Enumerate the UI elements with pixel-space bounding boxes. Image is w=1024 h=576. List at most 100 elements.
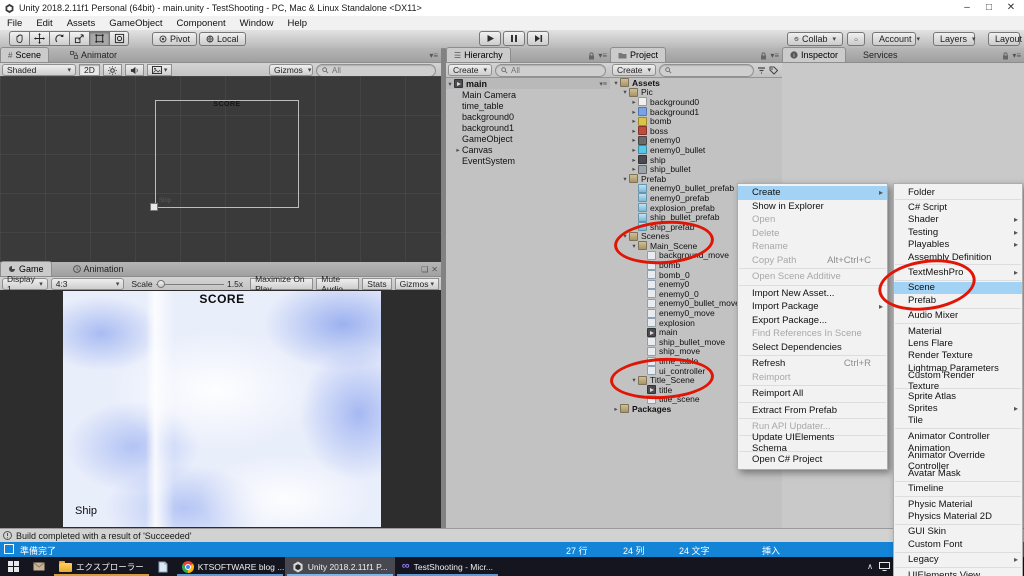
scale-slider-knob[interactable] — [156, 280, 165, 288]
tab-scene[interactable]: # Scene — [0, 47, 49, 62]
move-tool-button[interactable] — [29, 31, 49, 46]
menu-item-select-dependencies[interactable]: Select Dependencies — [738, 341, 887, 355]
scene-search-input[interactable]: All — [316, 63, 436, 77]
expand-arrow-icon[interactable]: ▸ — [630, 165, 638, 173]
layers-dropdown[interactable]: Layers ▾ — [933, 32, 976, 46]
menu-item-assembly-definition[interactable]: Assembly Definition — [894, 251, 1022, 263]
stats-button[interactable]: Stats — [362, 278, 392, 290]
menu-window[interactable]: Window — [233, 16, 281, 30]
project-tree-item[interactable]: ▸ bomb — [610, 116, 782, 126]
taskbar-button-chrome[interactable]: KTSOFTWARE blog ... — [175, 557, 285, 576]
project-search-input[interactable] — [659, 63, 754, 77]
menu-item-legacy[interactable]: Legacy ▸ — [894, 554, 1022, 566]
expand-arrow-icon[interactable]: ▾ — [630, 242, 638, 250]
menu-item-textmeshpro[interactable]: TextMeshPro ▸ — [894, 266, 1022, 278]
hierarchy-item[interactable]: background1 — [446, 122, 610, 133]
project-tree-item[interactable]: ▸ boss — [610, 126, 782, 136]
scale-tool-button[interactable] — [69, 31, 89, 46]
expand-arrow-icon[interactable]: ▾ — [630, 376, 638, 384]
collab-button[interactable]: Collab ▾ — [787, 32, 843, 46]
expand-arrow-icon[interactable]: ▸ — [630, 108, 638, 116]
cloud-button[interactable] — [847, 32, 865, 46]
project-tree-item[interactable]: ▸ background0 — [610, 97, 782, 107]
menu-item-animator-controller[interactable]: Animator Controller — [894, 430, 1022, 442]
hierarchy-item[interactable]: background0 — [446, 111, 610, 122]
project-create-dropdown[interactable]: Create ▾ — [612, 64, 657, 76]
game-viewport[interactable]: SCORE Ship — [0, 290, 441, 528]
menu-item-open-c-project[interactable]: Open C# Project — [738, 453, 887, 467]
hierarchy-item[interactable]: ▸ Canvas — [446, 144, 610, 155]
menu-item-sprites[interactable]: Sprites ▸ — [894, 402, 1022, 414]
project-tree-item[interactable]: ▸ ship — [610, 155, 782, 165]
project-tree-item[interactable]: ▾ Assets — [610, 78, 782, 88]
expand-arrow-icon[interactable]: ▸ — [454, 146, 462, 154]
menu-item-c-script[interactable]: C# Script — [894, 201, 1022, 213]
menu-item-avatar-mask[interactable]: Avatar Mask — [894, 467, 1022, 479]
2d-toggle[interactable]: 2D — [79, 64, 100, 76]
menu-item-folder[interactable]: Folder — [894, 186, 1022, 198]
menu-item-render-texture[interactable]: Render Texture — [894, 350, 1022, 362]
menu-item-sprite-atlas[interactable]: Sprite Atlas — [894, 390, 1022, 402]
menu-item-physics-material-2d[interactable]: Physics Material 2D — [894, 510, 1022, 522]
menu-item-refresh[interactable]: Refresh Ctrl+R — [738, 357, 887, 371]
hierarchy-item[interactable]: GameObject — [446, 133, 610, 144]
panel-menu-icon[interactable]: ▾≡ — [598, 51, 607, 60]
scale-slider[interactable] — [155, 279, 224, 289]
rect-tool-handle[interactable] — [150, 203, 158, 211]
menu-item-lens-flare[interactable]: Lens Flare — [894, 337, 1022, 349]
menu-item-custom-font[interactable]: Custom Font — [894, 538, 1022, 550]
menu-assets[interactable]: Assets — [60, 16, 103, 30]
tab-animator[interactable]: Animator — [63, 48, 124, 62]
menu-item-update-uielements-schema[interactable]: Update UIElements Schema — [738, 432, 887, 454]
menu-item-shader[interactable]: Shader ▸ — [894, 214, 1022, 226]
menu-item-testing[interactable]: Testing ▸ — [894, 226, 1022, 238]
menu-item-create[interactable]: Create ▸ — [738, 186, 887, 200]
audio-toggle[interactable] — [124, 64, 144, 76]
expand-arrow-icon[interactable]: ▾ — [621, 232, 629, 240]
expand-arrow-icon[interactable]: ▸ — [630, 136, 638, 144]
menu-edit[interactable]: Edit — [29, 16, 59, 30]
project-tree-item[interactable]: ▸ enemy0 — [610, 135, 782, 145]
taskbar-button-visual-studio[interactable]: ∞ TestShooting - Micr... — [395, 557, 500, 576]
menu-item-gui-skin[interactable]: GUI Skin — [894, 526, 1022, 538]
menu-item-tile[interactable]: Tile — [894, 415, 1022, 427]
tab-hierarchy[interactable]: ☰ Hierarchy — [446, 47, 511, 62]
tray-chevron-icon[interactable]: ∧ — [867, 562, 873, 571]
lock-icon[interactable] — [588, 51, 595, 60]
project-tree-item[interactable]: ▾ Pic — [610, 87, 782, 97]
tab-project[interactable]: Project — [610, 47, 667, 62]
transform-tool-button[interactable] — [109, 31, 129, 46]
project-tree-item[interactable]: ▸ ship_bullet — [610, 164, 782, 174]
minimize-icon[interactable]: – — [956, 0, 978, 16]
scene-viewport[interactable]: SCORE Ship — [0, 76, 441, 262]
hierarchy-item[interactable]: time_table — [446, 100, 610, 111]
hierarchy-scene-root[interactable]: ▾ main ▾≡ — [446, 78, 610, 89]
menu-item-import-new-asset[interactable]: Import New Asset... — [738, 287, 887, 301]
menu-item-prefab[interactable]: Prefab — [894, 294, 1022, 306]
pause-button[interactable] — [503, 31, 525, 46]
scene-header-menu-icon[interactable]: ▾≡ — [599, 80, 607, 88]
unity-status-bar[interactable]: Build completed with a result of 'Succee… — [0, 528, 1024, 542]
menu-item-reimport-all[interactable]: Reimport All — [738, 387, 887, 401]
dock-maximize-icon[interactable]: ❏ — [421, 265, 428, 274]
menu-component[interactable]: Component — [170, 16, 233, 30]
hierarchy-item[interactable]: Main Camera — [446, 89, 610, 100]
lighting-toggle[interactable] — [102, 64, 122, 76]
menu-item-material[interactable]: Material — [894, 325, 1022, 337]
tab-inspector[interactable]: i Inspector — [782, 47, 847, 62]
hierarchy-search-input[interactable]: All — [495, 63, 606, 77]
display-dropdown[interactable]: Display 1 ▾ — [2, 274, 48, 294]
scene-gizmos-dropdown[interactable]: Gizmos ▾ — [269, 64, 313, 76]
menu-item-scene[interactable]: Scene — [894, 281, 1022, 295]
menu-item-audio-mixer[interactable]: Audio Mixer — [894, 310, 1022, 322]
panel-menu-icon[interactable]: ▾≡ — [1012, 51, 1021, 60]
menu-help[interactable]: Help — [280, 16, 314, 30]
expand-arrow-icon[interactable]: ▸ — [630, 98, 638, 106]
expand-arrow-icon[interactable]: ▸ — [612, 405, 620, 413]
lock-icon[interactable] — [1002, 51, 1009, 60]
mute-audio-button[interactable]: Mute Audio — [316, 274, 360, 294]
menu-item-timeline[interactable]: Timeline — [894, 483, 1022, 495]
play-button[interactable] — [479, 31, 501, 46]
expand-arrow-icon[interactable]: ▾ — [621, 175, 629, 183]
lock-icon[interactable] — [760, 51, 767, 60]
